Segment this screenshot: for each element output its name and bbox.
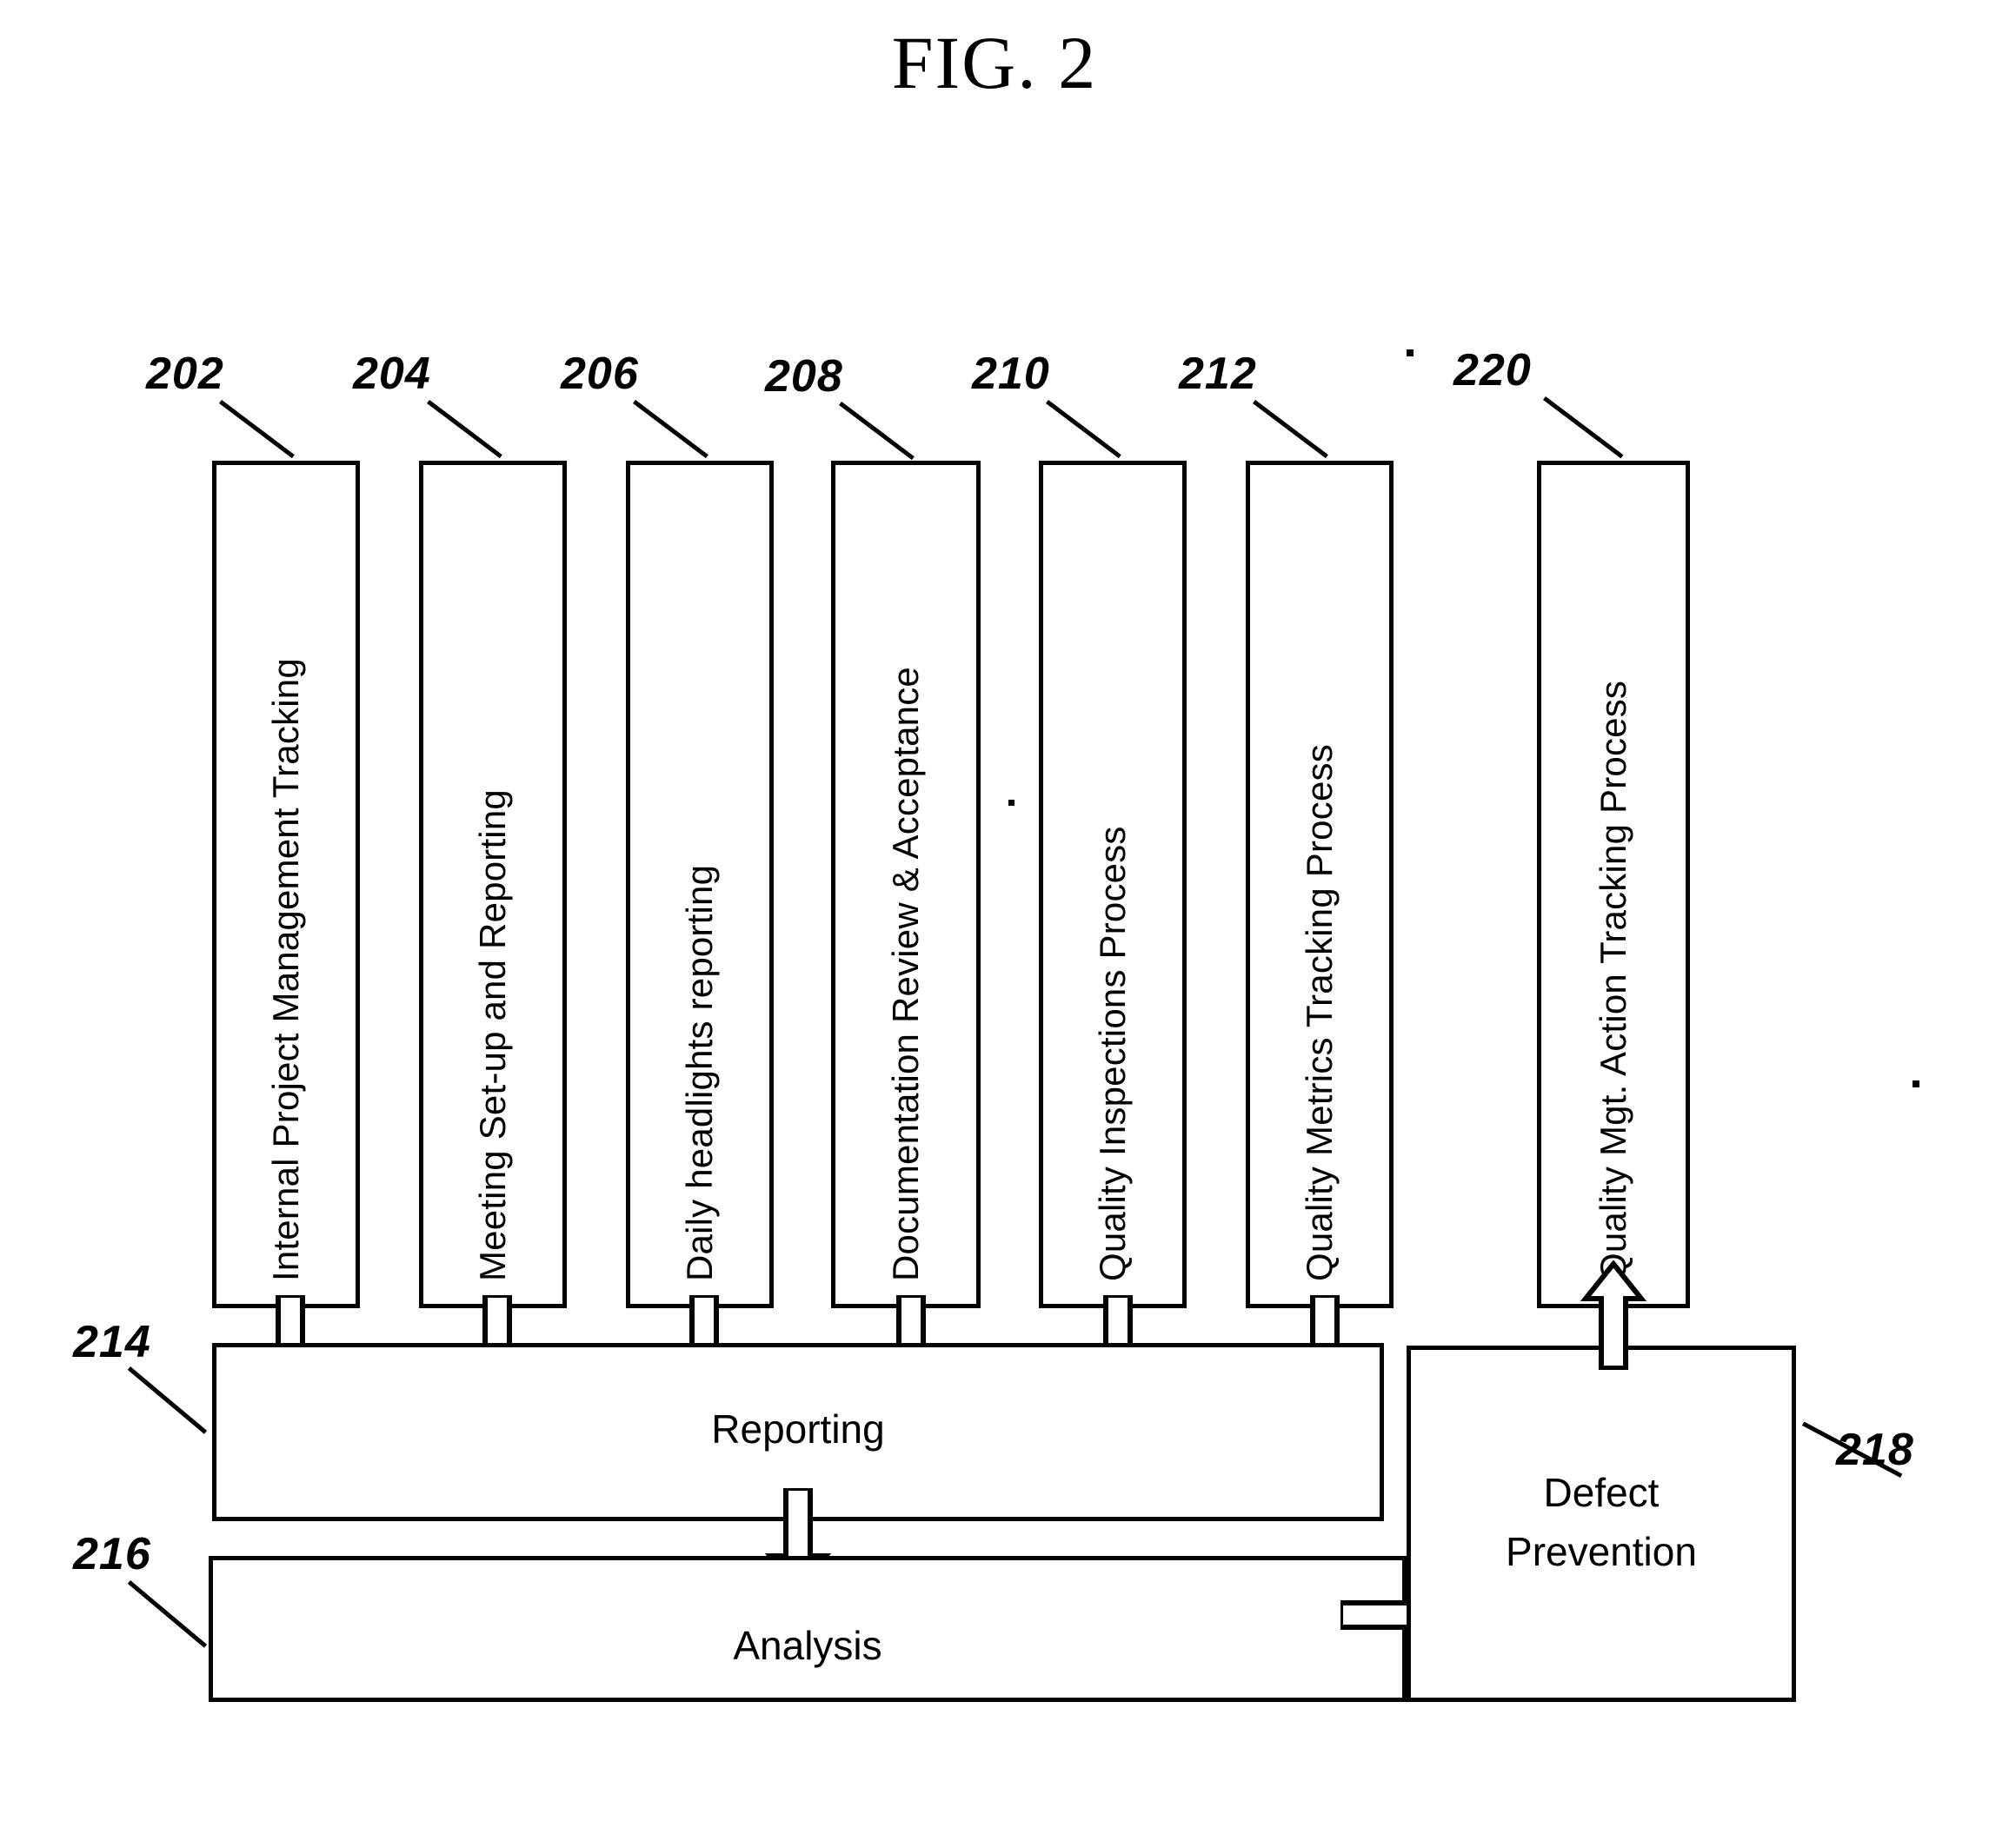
process-box-204[interactable]: Meeting Set-up and Reporting [419,461,567,1308]
flow-arrow-defect-prevention-to-220 [1580,1260,1646,1370]
ref-number-204: 204 [353,349,431,399]
stage-box-defect-prevention-line2: Prevention [1506,1529,1697,1574]
page-title: FIG. 2 [891,21,1098,104]
process-box-202-label: Internal Project Management Tracking [265,658,306,1281]
leader-line-206 [632,400,708,459]
leader-line-216 [127,1580,208,1648]
stage-box-analysis[interactable]: Analysis [209,1556,1407,1702]
process-box-202[interactable]: Internal Project Management Tracking [212,461,360,1308]
ref-number-210: 210 [972,349,1050,399]
process-box-208-label: Documentation Review & Acceptance [885,667,926,1281]
process-box-208[interactable]: Documentation Review & Acceptance [831,461,981,1308]
process-box-204-label: Meeting Set-up and Reporting [472,789,513,1281]
process-box-210[interactable]: Quality Inspections Process [1039,461,1187,1308]
process-box-220[interactable]: Quality Mgt. Action Tracking Process [1537,461,1690,1308]
stage-box-defect-prevention-line1: Defect [1543,1470,1660,1515]
stage-box-defect-prevention[interactable]: Defect Prevention [1407,1346,1796,1702]
ref-number-216: 216 [73,1529,151,1579]
ref-number-212: 212 [1179,349,1257,399]
process-box-220-label: Quality Mgt. Action Tracking Process [1593,680,1633,1281]
process-box-206-label: Daily headlights reporting [679,864,720,1281]
process-box-206[interactable]: Daily headlights reporting [626,461,774,1308]
leader-line-210 [1045,400,1121,459]
scan-artifact-dot-right [1912,1080,1919,1087]
stage-box-reporting-label: Reporting [711,1406,885,1452]
ref-number-208: 208 [765,351,843,402]
stage-box-analysis-label: Analysis [733,1623,882,1668]
leader-line-220 [1542,396,1624,459]
scan-artifact-dot-top [1407,349,1414,356]
leader-line-202 [218,400,295,459]
leader-line-212 [1252,400,1328,459]
ref-number-202: 202 [146,349,224,399]
leader-line-214 [127,1366,208,1434]
ref-number-220: 220 [1454,345,1532,396]
process-box-210-label: Quality Inspections Process [1092,826,1133,1281]
leader-line-208 [838,402,915,461]
process-box-212-label: Quality Metrics Tracking Process [1299,744,1340,1281]
leader-line-204 [426,400,502,459]
scan-artifact-dot-mid [1008,800,1014,806]
figure-canvas: FIG. 2 202 204 206 208 210 212 220 214 2… [0,0,1989,1848]
ref-number-214: 214 [73,1317,151,1367]
ref-number-206: 206 [561,349,639,399]
process-box-212[interactable]: Quality Metrics Tracking Process [1246,461,1394,1308]
